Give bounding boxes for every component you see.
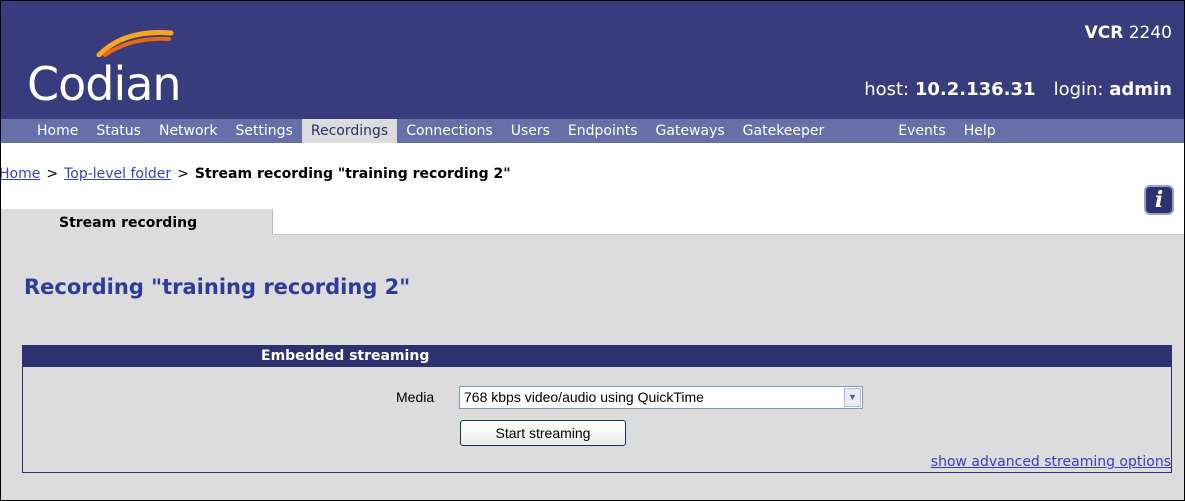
start-streaming-button[interactable]: Start streaming: [460, 420, 626, 446]
product-name: VCR 2240: [1085, 23, 1172, 43]
nav-recordings[interactable]: Recordings: [301, 119, 398, 143]
panel-header: Embedded streaming: [23, 346, 1171, 367]
nav-gateways[interactable]: Gateways: [647, 119, 734, 143]
tab-stream-recording[interactable]: Stream recording: [1, 209, 273, 235]
codian-logo: Codian: [27, 27, 247, 111]
nav-gatekeeper[interactable]: Gatekeeper: [734, 119, 834, 143]
logo-arc-icon: [96, 29, 174, 57]
app-window: Codian VCR 2240 host: 10.2.136.31 login: …: [0, 0, 1185, 501]
page-title: Recording "training recording 2": [24, 275, 411, 299]
breadcrumb-separator: >: [46, 166, 59, 182]
login-label: login:: [1053, 79, 1104, 100]
media-select[interactable]: 768 kbps video/audio using QuickTime ▼: [459, 386, 863, 409]
product-model: 2240: [1128, 23, 1172, 43]
nav-endpoints[interactable]: Endpoints: [559, 119, 647, 143]
logo-text: Codian: [27, 57, 182, 111]
nav-home[interactable]: Home: [28, 119, 87, 143]
media-select-value: 768 kbps video/audio using QuickTime: [464, 389, 704, 405]
nav-help[interactable]: Help: [955, 119, 1005, 143]
advanced-streaming-options-link[interactable]: show advanced streaming options: [931, 454, 1171, 470]
tab-bar: Stream recording: [1, 209, 1184, 235]
nav-events[interactable]: Events: [889, 119, 954, 143]
embedded-streaming-panel: Embedded streaming Media 768 kbps video/…: [22, 345, 1172, 473]
chevron-down-icon[interactable]: ▼: [844, 388, 861, 407]
host-login-info: host: 10.2.136.31 login: admin: [864, 79, 1172, 100]
nav-settings[interactable]: Settings: [226, 119, 301, 143]
login-value: admin: [1109, 79, 1172, 100]
breadcrumb-folder-link[interactable]: Top-level folder: [64, 166, 171, 182]
nav-connections[interactable]: Connections: [397, 119, 502, 143]
main-nav: Home Status Network Settings Recordings …: [1, 119, 1184, 143]
info-icon[interactable]: i: [1144, 185, 1174, 215]
nav-users[interactable]: Users: [502, 119, 559, 143]
nav-network[interactable]: Network: [150, 119, 226, 143]
nav-status[interactable]: Status: [87, 119, 150, 143]
media-label: Media: [396, 389, 435, 405]
breadcrumb-separator: >: [177, 166, 189, 182]
breadcrumb-current: Stream recording "training recording 2": [194, 166, 511, 182]
breadcrumb: Home > Top-level folder > Stream recording "…: [1, 166, 511, 182]
header: Codian VCR 2240 host: 10.2.136.31 login: …: [1, 1, 1184, 119]
product-brand: VCR: [1084, 23, 1124, 43]
media-row: Media 768 kbps video/audio using QuickTi…: [23, 386, 1171, 412]
host-value: 10.2.136.31: [914, 79, 1036, 100]
breadcrumb-home-link[interactable]: Home: [1, 166, 40, 182]
host-label: host:: [864, 79, 910, 100]
